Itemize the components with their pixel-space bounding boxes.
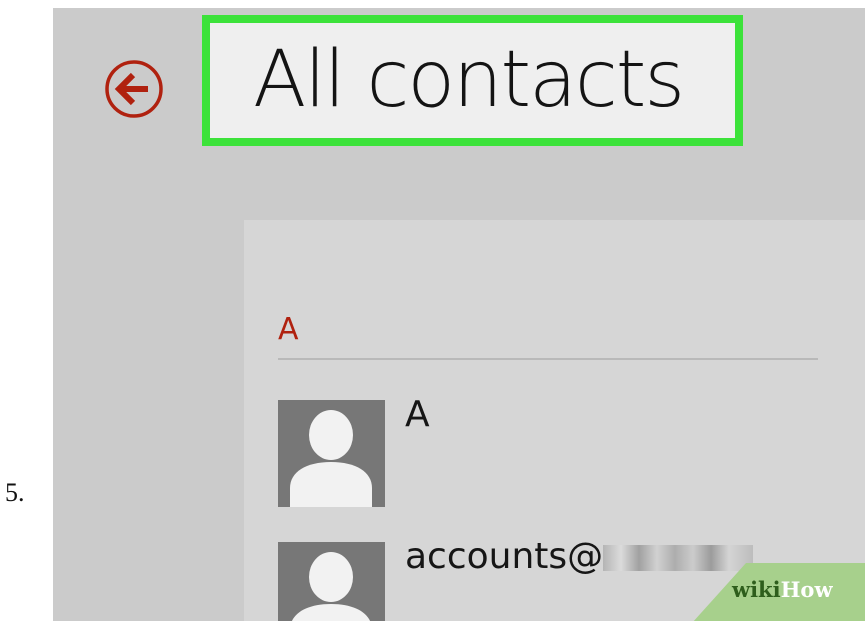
contact-list-item[interactable]: A [278, 394, 818, 510]
person-placeholder-icon [278, 542, 385, 621]
contact-name: A [405, 394, 430, 435]
contact-email: accounts@ [405, 536, 754, 577]
group-divider [278, 358, 818, 360]
redacted-text [603, 545, 754, 571]
watermark-part-2: How [780, 577, 833, 602]
avatar [278, 542, 385, 621]
tutorial-step: 5. All contacts A A accounts@ wikiHow [0, 0, 865, 621]
people-app-screen: All contacts A A accounts@ [53, 8, 865, 621]
person-placeholder-icon [278, 400, 385, 507]
group-header-letter[interactable]: A [278, 312, 299, 347]
title-highlight-box: All contacts [202, 15, 743, 146]
contact-email-text: accounts@ [405, 536, 604, 577]
contacts-list-panel: A A accounts@ [244, 220, 865, 621]
watermark-part-1: wiki [732, 577, 781, 602]
arrow-left-circle-icon [105, 60, 163, 118]
step-number: 5. [5, 478, 25, 507]
watermark-logo: wikiHow [732, 577, 833, 602]
avatar [278, 400, 385, 507]
back-button[interactable] [100, 55, 168, 123]
page-title: All contacts [253, 35, 685, 125]
